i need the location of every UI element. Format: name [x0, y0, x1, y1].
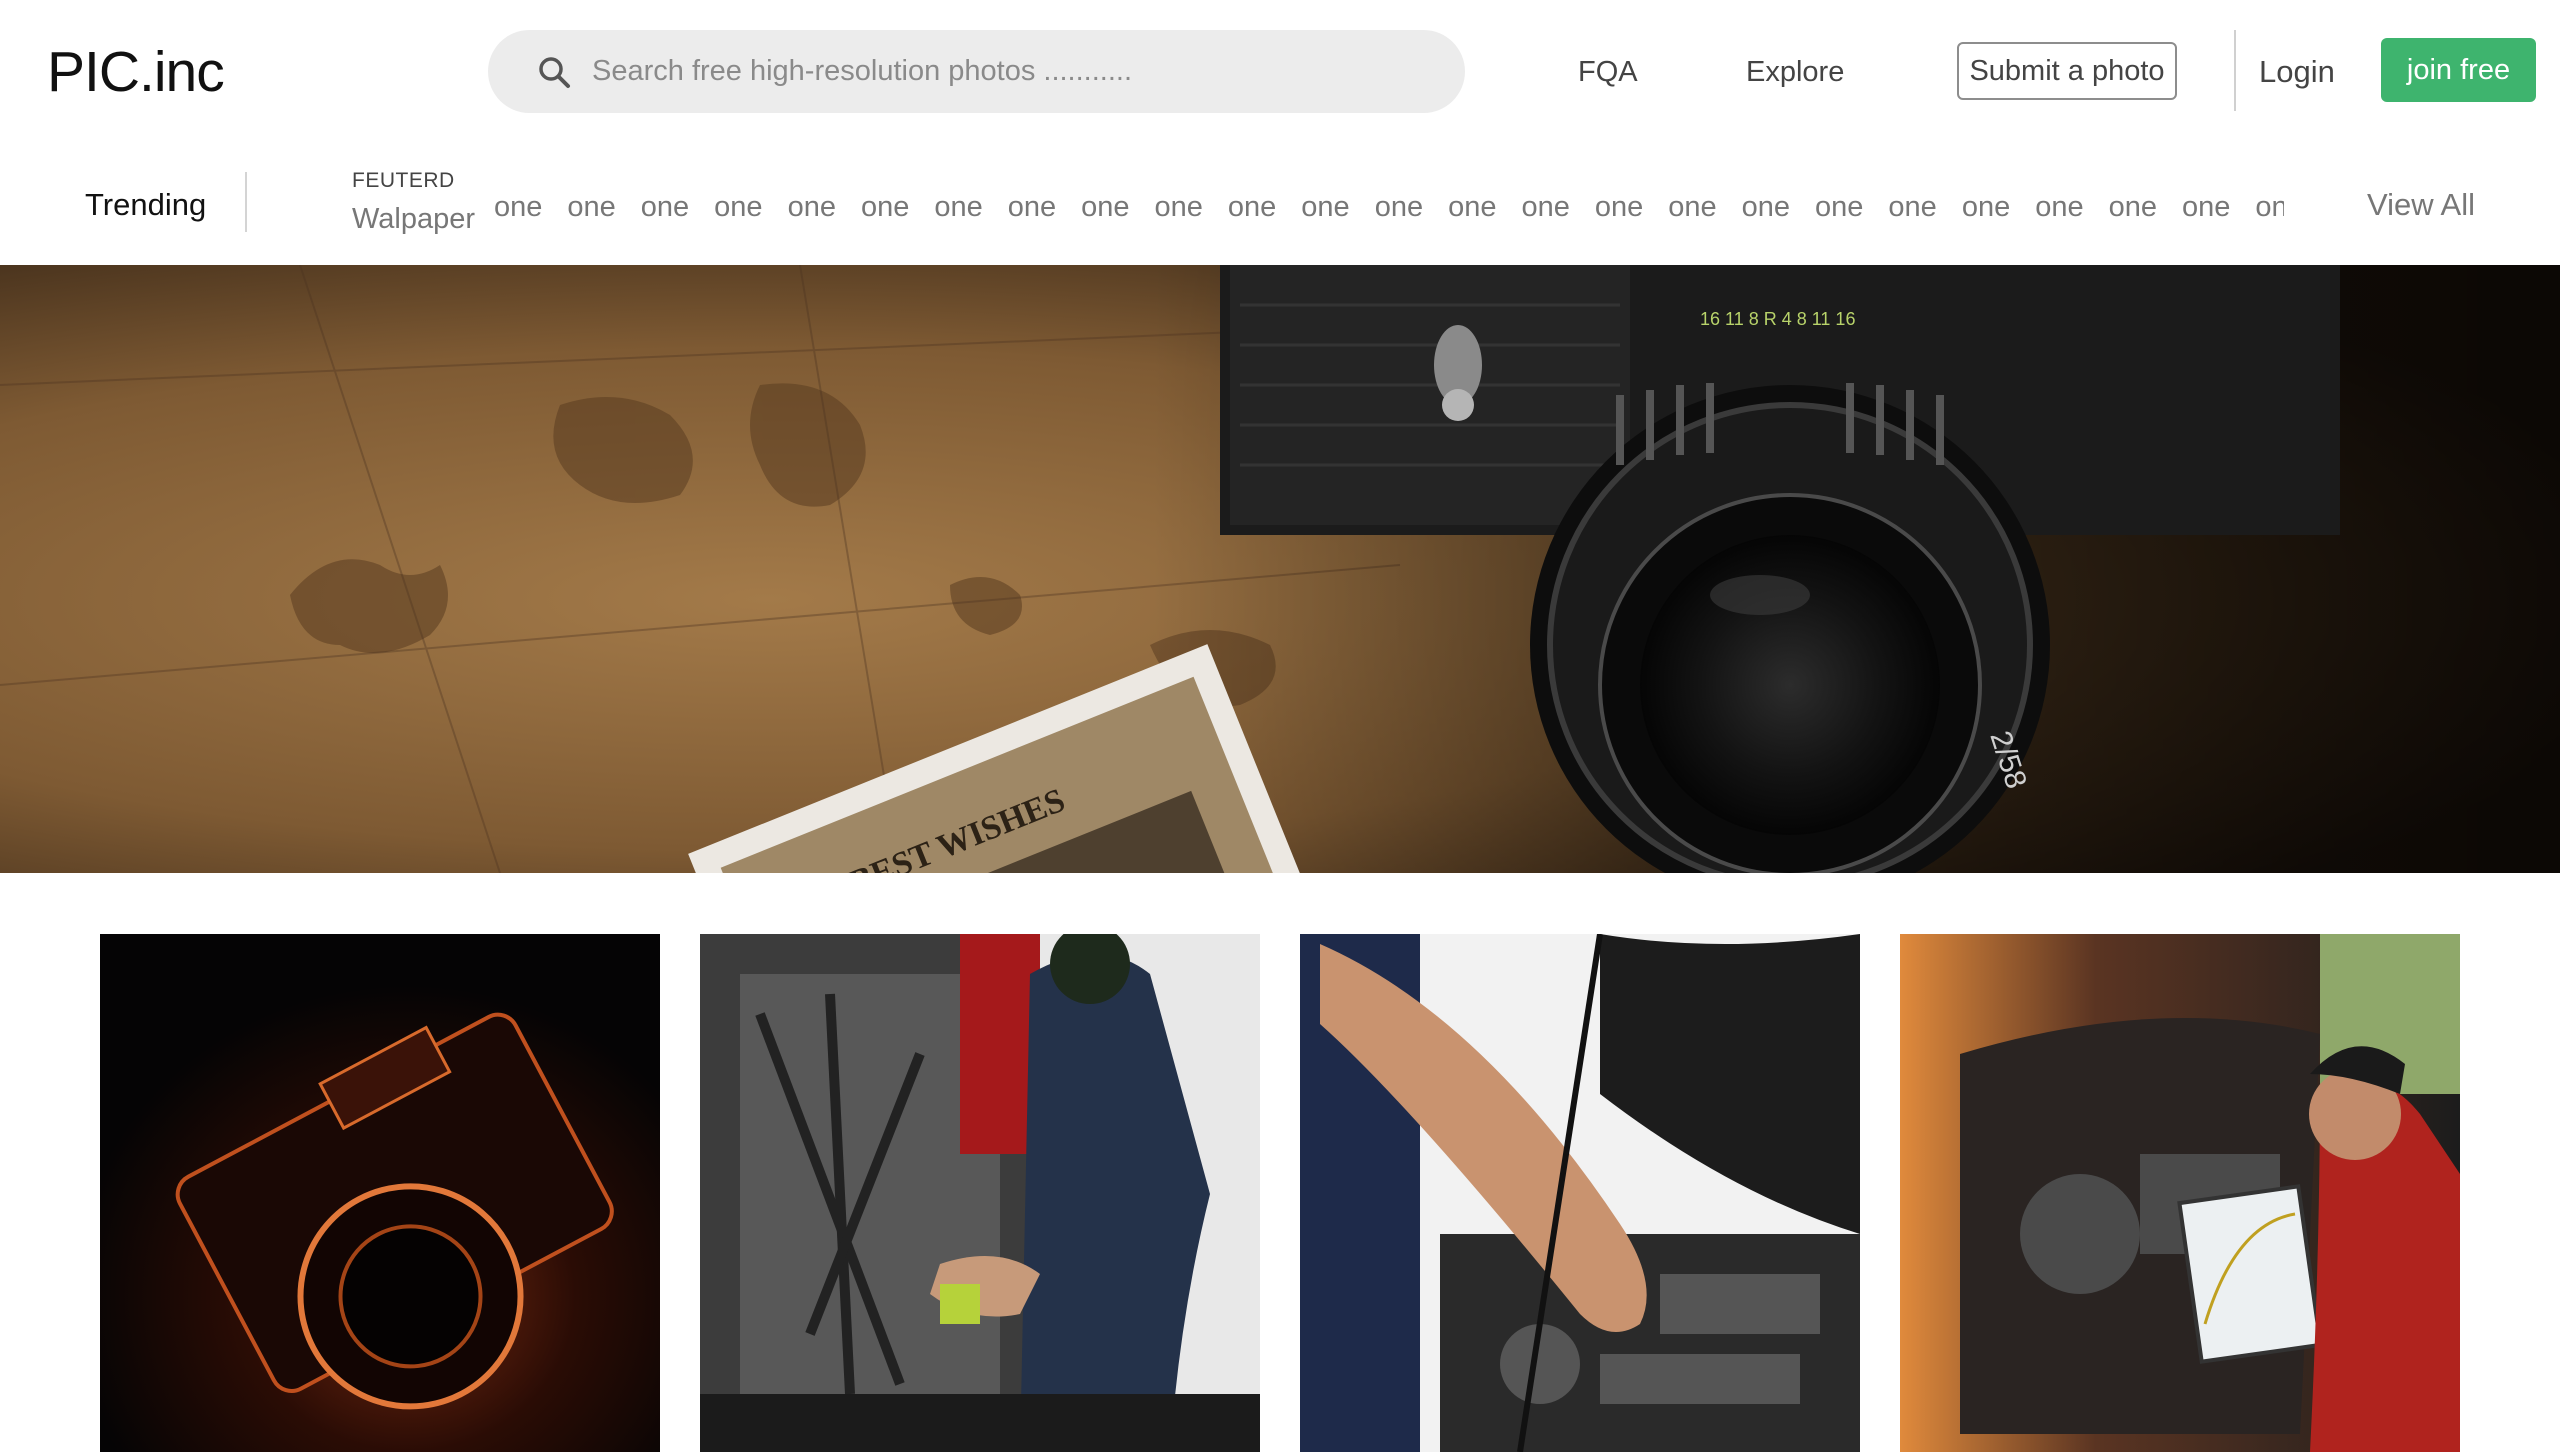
topic-item[interactable]: one [1081, 187, 1129, 227]
topic-item[interactable]: one [2109, 187, 2157, 227]
photo-arm-engine [1300, 934, 1860, 1452]
topic-item[interactable]: one [1448, 187, 1496, 227]
nav-faq-link[interactable]: FQA [1578, 52, 1638, 92]
topic-item[interactable]: one [1668, 187, 1716, 227]
topic-item[interactable]: one [1008, 187, 1056, 227]
search-bar[interactable] [488, 30, 1465, 113]
featured-category: Walpaper [352, 203, 476, 235]
hero-image: 2/58 16 11 8 R 4 8 11 16 BEST WISHES [0, 265, 2560, 873]
topic-item[interactable]: one [1888, 187, 1936, 227]
photo-mechanic-engine [700, 934, 1260, 1452]
photo-card[interactable] [700, 934, 1260, 1452]
photo-card[interactable] [1300, 934, 1860, 1452]
topic-item[interactable]: one [494, 187, 542, 227]
category-bar: Trending FEUTERD Walpaper one one one one on… [0, 145, 2560, 265]
topic-item[interactable]: one [1375, 187, 1423, 227]
topic-item[interactable]: one [1155, 187, 1203, 227]
trending-link[interactable]: Trending [85, 185, 206, 225]
topic-item[interactable]: one [641, 187, 689, 227]
topic-item[interactable]: one [2255, 187, 2284, 227]
topic-item[interactable]: one [567, 187, 615, 227]
topic-list: one one one one one one one one one one one one one o… [494, 187, 2284, 231]
join-free-button[interactable]: join free [2381, 38, 2536, 102]
featured-label: FEUTERD [352, 169, 455, 192]
svg-text:16 11 8 R 4 8 11 16: 16 11 8 R 4 8 11 16 [1700, 309, 1855, 329]
topic-item[interactable]: one [2182, 187, 2230, 227]
nav-explore-link[interactable]: Explore [1746, 52, 1844, 92]
topic-item[interactable]: one [714, 187, 762, 227]
view-all-link[interactable]: View All [2367, 185, 2475, 225]
photo-card[interactable] [1900, 934, 2460, 1452]
topic-item[interactable]: one [2035, 187, 2083, 227]
category-divider [245, 172, 247, 232]
photo-red-camera [100, 934, 660, 1452]
topic-item[interactable]: one [1301, 187, 1349, 227]
photo-card[interactable] [100, 934, 660, 1452]
featured-link[interactable]: FEUTERD Walpaper [352, 169, 475, 239]
topic-item[interactable]: one [1742, 187, 1790, 227]
search-icon [539, 57, 570, 88]
topic-item[interactable]: one [1228, 187, 1276, 227]
site-logo[interactable]: PIC.inc [47, 38, 225, 106]
search-input[interactable] [592, 30, 1432, 113]
hero-banner: 2/58 16 11 8 R 4 8 11 16 BEST WISHES [0, 265, 2560, 873]
topic-item[interactable]: one [1521, 187, 1569, 227]
topic-item[interactable]: one [1815, 187, 1863, 227]
header-divider [2234, 30, 2236, 111]
topic-item[interactable]: one [788, 187, 836, 227]
topic-item[interactable]: one [934, 187, 982, 227]
topic-item[interactable]: one [1962, 187, 2010, 227]
login-link[interactable]: Login [2259, 52, 2335, 92]
submit-photo-button[interactable]: Submit a photo [1957, 42, 2177, 100]
topic-item[interactable]: one [861, 187, 909, 227]
topic-item[interactable]: one [1595, 187, 1643, 227]
photo-mechanic-laptop [1900, 934, 2460, 1452]
top-header: PIC.inc FQA Explore Submit a photo Login… [0, 0, 2560, 145]
